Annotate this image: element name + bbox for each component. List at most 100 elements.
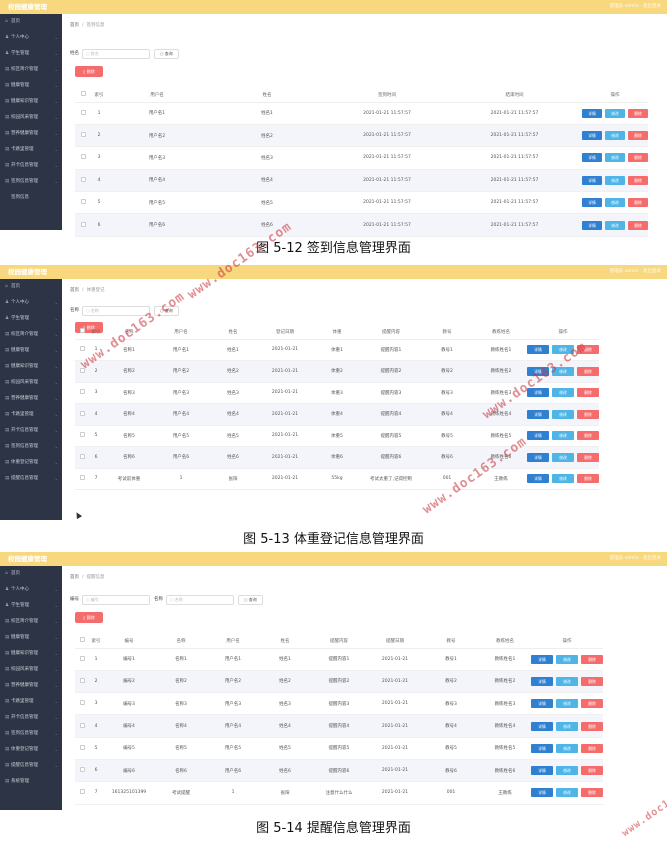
edit-button[interactable]: 修改 <box>552 474 574 484</box>
edit-button[interactable]: 修改 <box>556 743 578 753</box>
search-input[interactable]: ○ 名称 <box>166 594 234 605</box>
row-checkbox[interactable] <box>79 389 85 395</box>
detail-button[interactable]: 详情 <box>527 452 549 462</box>
select-all-checkbox[interactable] <box>79 637 85 643</box>
detail-button[interactable]: 详情 <box>582 198 602 208</box>
sidebar-item[interactable]: ♟ 学生管理 ⌄ <box>0 598 62 614</box>
sidebar-item[interactable]: ▤ 营养健康管理 ⌄ <box>0 678 62 694</box>
sidebar-item[interactable]: ▤ 健康管理 ⌄ <box>0 343 62 359</box>
detail-button[interactable]: 详情 <box>527 366 549 376</box>
detail-button[interactable]: 详情 <box>527 345 549 355</box>
delete-button[interactable]: 删除 <box>628 108 648 118</box>
edit-button[interactable]: 修改 <box>605 198 625 208</box>
delete-button[interactable]: 删除 <box>628 198 648 208</box>
edit-button[interactable]: 修改 <box>556 788 578 798</box>
row-checkbox[interactable] <box>80 221 86 227</box>
edit-button[interactable]: 修改 <box>552 452 574 462</box>
sidebar-item[interactable]: ♟ 个人中心 ⌄ <box>0 295 62 311</box>
detail-button[interactable]: 详情 <box>531 699 553 709</box>
delete-button[interactable]: 删除 <box>577 366 599 376</box>
sidebar-item[interactable]: ▤ 签到信息管理 ⌄ <box>0 726 62 742</box>
sidebar-item[interactable]: ♟ 个人中心 ⌄ <box>0 30 62 46</box>
delete-button[interactable]: 删除 <box>581 676 603 686</box>
edit-button[interactable]: 修改 <box>556 699 578 709</box>
sidebar-item[interactable]: ▤ 校园风采管理 ⌄ <box>0 662 62 678</box>
sidebar-item[interactable]: ▤ 开卡信息管理 ⌄ <box>0 158 62 174</box>
sidebar-item[interactable]: ▤ 系统管理 <box>0 774 62 790</box>
delete-button[interactable]: 删除 <box>581 743 603 753</box>
sidebar-item[interactable]: ▤ 体重登记管理 ⌄ <box>0 742 62 758</box>
row-checkbox[interactable] <box>79 789 85 795</box>
delete-button[interactable]: 删除 <box>577 474 599 484</box>
sidebar-item[interactable]: ▤ 提醒信息管理 ⌄ <box>0 471 62 487</box>
sidebar-item[interactable]: ⌂ 首页 <box>0 14 62 30</box>
user-info[interactable]: 管理员 admin · 退出登录 <box>610 265 661 279</box>
row-checkbox[interactable] <box>80 199 86 205</box>
row-checkbox[interactable] <box>79 346 85 352</box>
search-input[interactable]: ○ 姓名 <box>82 48 150 59</box>
batch-delete-button[interactable]: ▯ 删除 <box>75 612 103 623</box>
detail-button[interactable]: 详情 <box>527 388 549 398</box>
sidebar-item[interactable]: ▤ 开卡信息管理 ⌄ <box>0 710 62 726</box>
row-checkbox[interactable] <box>79 475 85 481</box>
edit-button[interactable]: 修改 <box>552 409 574 419</box>
row-checkbox[interactable] <box>79 655 85 661</box>
delete-button[interactable]: 删除 <box>577 409 599 419</box>
breadcrumb-home[interactable]: 首页 <box>70 23 79 28</box>
delete-button[interactable]: 删除 <box>581 788 603 798</box>
sidebar-item[interactable]: ⌂ 首页 <box>0 566 62 582</box>
row-checkbox[interactable] <box>79 410 85 416</box>
sidebar-item[interactable]: ▤ 开卡信息管理 ⌄ <box>0 423 62 439</box>
sidebar-item[interactable]: ▤ 卡路里管理 ⌄ <box>0 407 62 423</box>
edit-button[interactable]: 修改 <box>556 766 578 776</box>
select-all-checkbox[interactable] <box>80 91 86 97</box>
sidebar-item[interactable]: ▤ 健康管理 ⌄ <box>0 78 62 94</box>
sidebar-item[interactable]: ▤ 提醒信息管理 ⌄ <box>0 758 62 774</box>
delete-button[interactable]: 删除 <box>577 345 599 355</box>
detail-button[interactable]: 详情 <box>582 131 602 141</box>
user-info[interactable]: 管理员 admin · 退出登录 <box>610 0 661 14</box>
search-button[interactable]: ○ 查询 <box>238 594 263 605</box>
sidebar-item[interactable]: ▤ 营养健康管理 ⌄ <box>0 391 62 407</box>
sidebar-item[interactable]: ▤ 体重登记管理 ⌄ <box>0 455 62 471</box>
sidebar-item[interactable]: ♟ 个人中心 ⌄ <box>0 582 62 598</box>
edit-button[interactable]: 修改 <box>605 108 625 118</box>
batch-delete-button[interactable]: ▯ 删除 <box>75 66 103 77</box>
sidebar-item[interactable]: ▤ 签到信息管理 ⌄ <box>0 439 62 455</box>
edit-button[interactable]: 修改 <box>605 131 625 141</box>
row-checkbox[interactable] <box>79 367 85 373</box>
detail-button[interactable]: 详情 <box>582 175 602 185</box>
detail-button[interactable]: 详情 <box>527 474 549 484</box>
sidebar-item[interactable]: ▤ 签到信息管理 ⌄ <box>0 174 62 190</box>
detail-button[interactable]: 详情 <box>531 654 553 664</box>
detail-button[interactable]: 详情 <box>582 108 602 118</box>
detail-button[interactable]: 详情 <box>531 788 553 798</box>
row-checkbox[interactable] <box>80 176 86 182</box>
sidebar-item[interactable]: ▤ 卡路里管理 ⌄ <box>0 694 62 710</box>
row-checkbox[interactable] <box>79 453 85 459</box>
row-checkbox[interactable] <box>79 722 85 728</box>
breadcrumb-home[interactable]: 首页 <box>70 575 79 580</box>
sidebar-item[interactable]: ▤ 校区简介管理 ⌄ <box>0 614 62 630</box>
select-all-checkbox[interactable] <box>79 328 85 334</box>
sidebar-item[interactable]: ▤ 营养健康管理 ⌄ <box>0 126 62 142</box>
delete-button[interactable]: 删除 <box>581 721 603 731</box>
sidebar-item[interactable]: ▤ 卡路里管理 ⌄ <box>0 142 62 158</box>
sidebar-item[interactable]: ▤ 校区简介管理 ⌄ <box>0 327 62 343</box>
sidebar-item[interactable]: ▤ 健康管理 ⌄ <box>0 630 62 646</box>
breadcrumb-home[interactable]: 首页 <box>70 288 79 293</box>
sidebar-item[interactable]: ▤ 校园风采管理 ⌄ <box>0 375 62 391</box>
delete-button[interactable]: 删除 <box>628 153 648 163</box>
detail-button[interactable]: 详情 <box>531 721 553 731</box>
sidebar-item[interactable]: ♟ 学生管理 ⌄ <box>0 311 62 327</box>
sidebar-item[interactable]: ⌂ 首页 <box>0 279 62 295</box>
row-checkbox[interactable] <box>79 767 85 773</box>
row-checkbox[interactable] <box>79 744 85 750</box>
delete-button[interactable]: 删除 <box>581 766 603 776</box>
detail-button[interactable]: 详情 <box>527 409 549 419</box>
delete-button[interactable]: 删除 <box>628 175 648 185</box>
edit-button[interactable]: 修改 <box>605 220 625 230</box>
row-checkbox[interactable] <box>80 154 86 160</box>
delete-button[interactable]: 删除 <box>577 388 599 398</box>
sidebar-item[interactable]: ▤ 校区简介管理 ⌄ <box>0 62 62 78</box>
